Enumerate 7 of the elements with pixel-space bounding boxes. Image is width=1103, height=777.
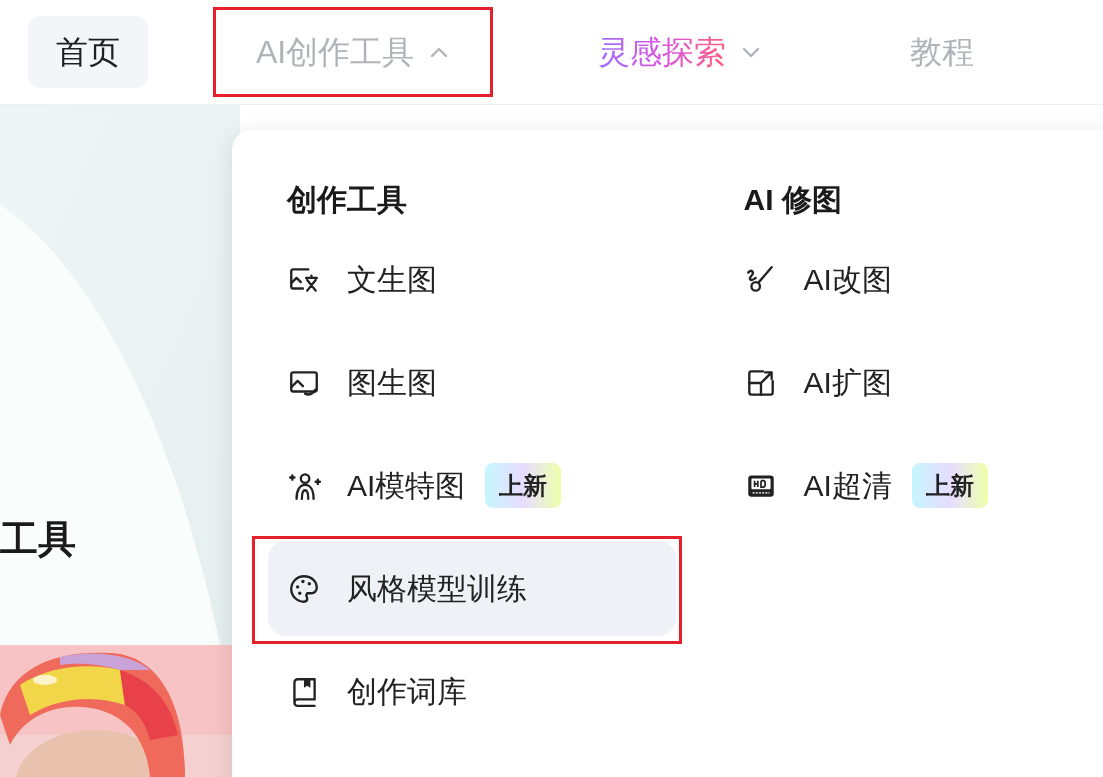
hero-title: 工具 — [0, 520, 76, 558]
section-heading: AI 修图 — [742, 182, 843, 218]
nav-tab[interactable]: 首页 — [28, 16, 148, 88]
new-badge: 上新 — [485, 463, 562, 508]
menu-item[interactable]: 风格模型训练 — [268, 541, 676, 636]
section-heading: 创作工具 — [285, 182, 408, 218]
new-badge: 上新 — [911, 463, 988, 508]
